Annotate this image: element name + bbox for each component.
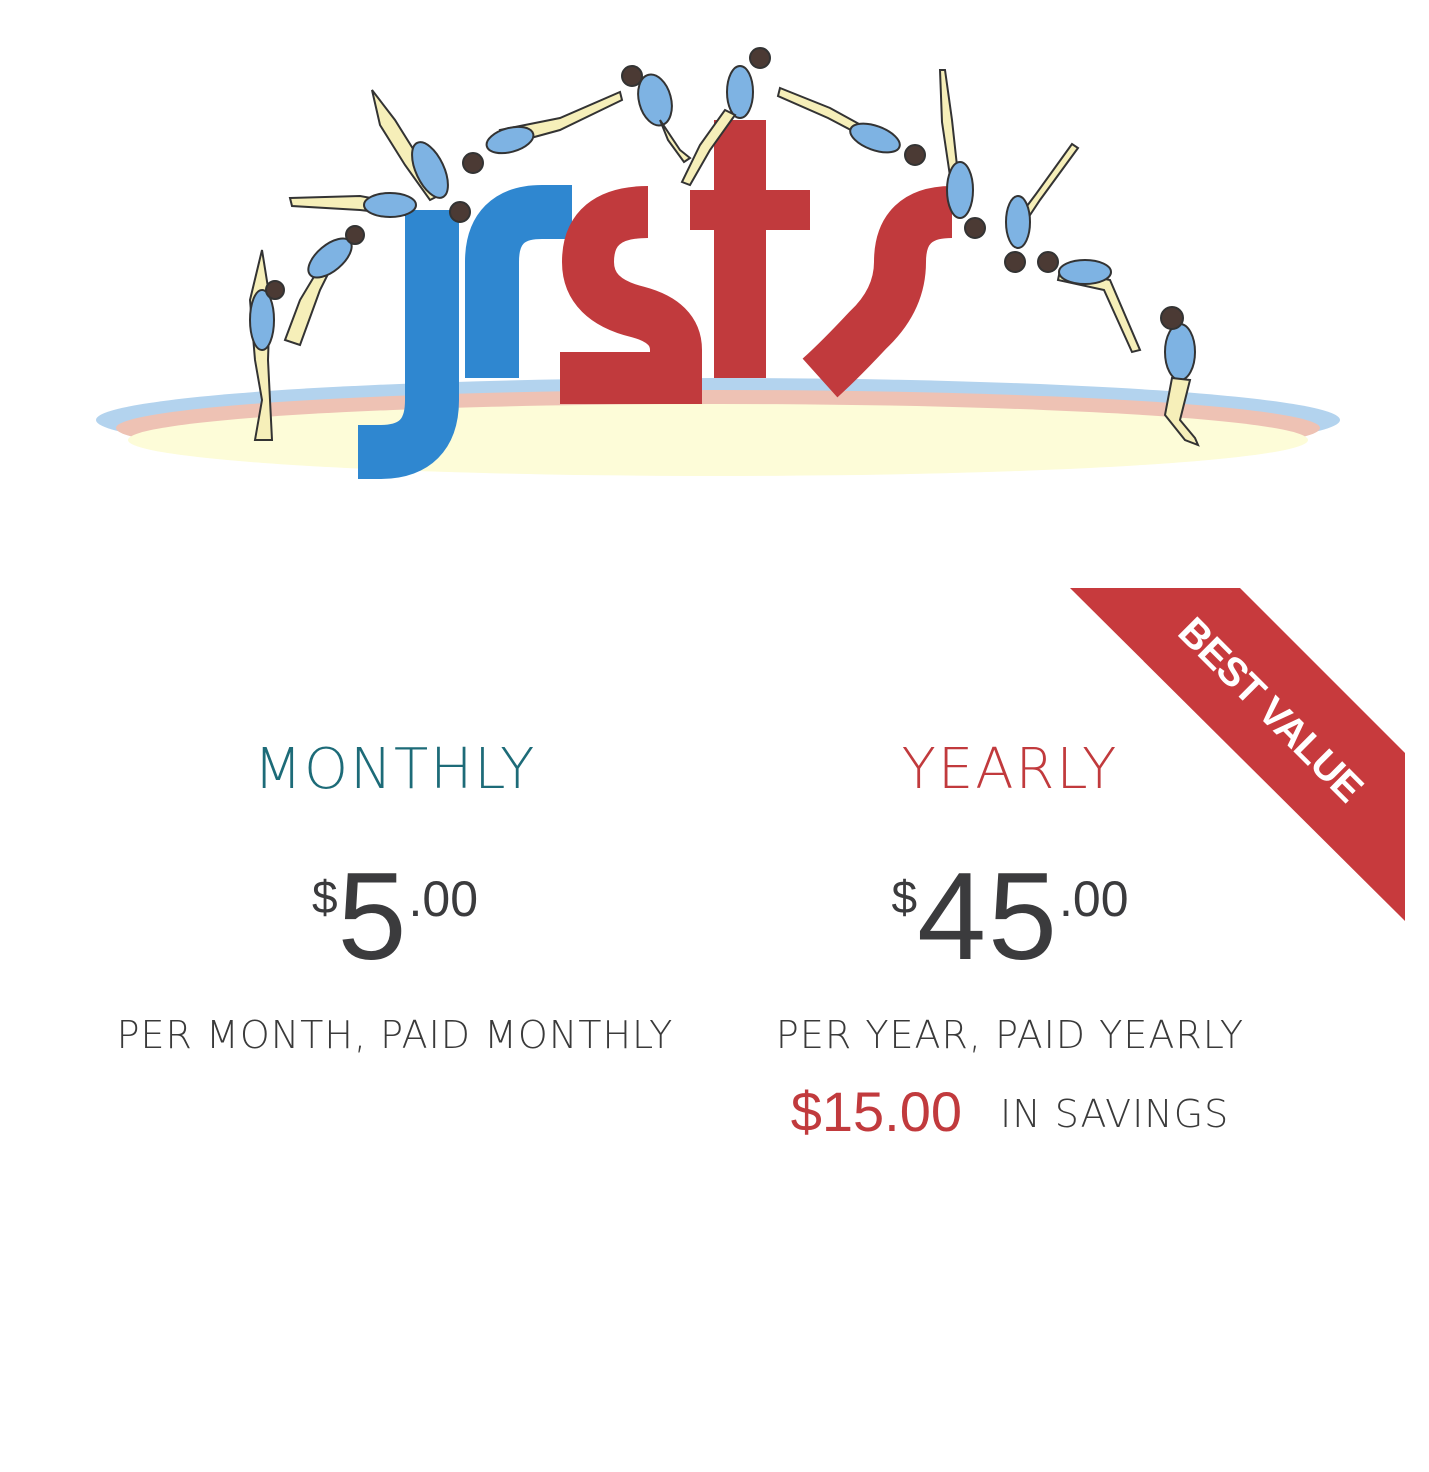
billing-period: PER YEAR, PAID YEARLY [775, 1013, 1245, 1057]
mat-illustration [96, 378, 1340, 476]
plan-yearly[interactable]: YEARLY $45.00 PER YEAR, PAID YEARLY $15.… [760, 730, 1260, 1156]
plan-title: YEARLY [901, 737, 1119, 802]
price: $45.00 [760, 855, 1260, 980]
savings-label: IN SAVINGS [999, 1092, 1230, 1136]
price-amount: 5 [337, 848, 409, 986]
price-cents: .00 [1059, 871, 1129, 927]
price-currency: $ [311, 871, 338, 923]
price-currency: $ [891, 871, 918, 923]
savings: $15.00 IN SAVINGS [760, 1082, 1260, 1156]
price: $5.00 [95, 855, 695, 980]
plan-monthly[interactable]: MONTHLY $5.00 PER MONTH, PAID MONTHLY [95, 730, 695, 1060]
price-cents: .00 [408, 871, 479, 927]
plan-title: MONTHLY [253, 737, 537, 802]
billing-period: PER MONTH, PAID MONTHLY [116, 1013, 674, 1057]
savings-amount: $15.00 [790, 1080, 962, 1143]
price-amount: 45 [917, 848, 1059, 986]
jrsts-logo [96, 47, 1340, 479]
